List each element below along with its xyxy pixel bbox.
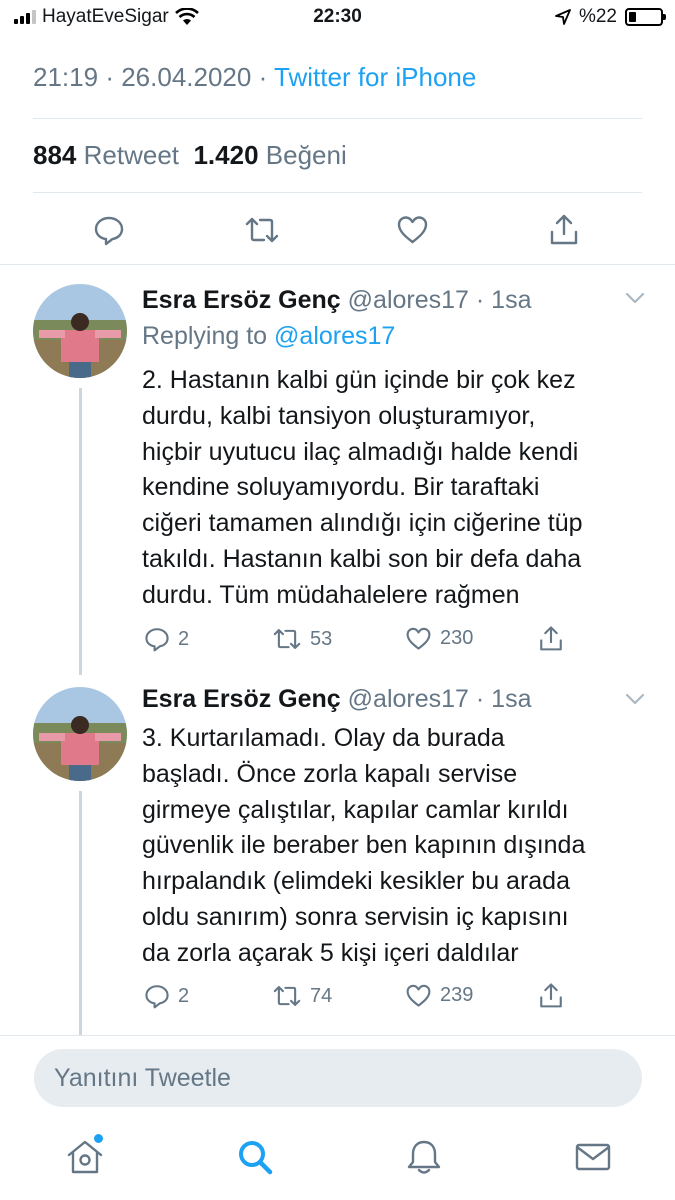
tab-home[interactable] [66,1134,104,1181]
meta-separator: · [105,62,114,92]
retweet-icon [273,629,301,649]
reply-button[interactable]: 2 [144,626,189,652]
tab-messages[interactable] [575,1138,611,1181]
divider [33,118,642,119]
share-button[interactable] [548,212,580,246]
like-count: 230 [440,627,474,649]
replying-mention[interactable]: @alores17 [274,322,395,350]
author-name[interactable]: Esra Ersöz Genç [142,286,341,314]
reply-button[interactable]: 2 [144,983,189,1009]
tweet-time: 21:19 [33,62,99,92]
tweet-meta: 21:19 · 26.04.2020 · Twitter for iPhone [33,62,476,93]
like-count: 239 [440,984,474,1006]
divider [33,192,642,193]
replying-label: Replying to [142,322,268,350]
like-count[interactable]: 1.420 [193,140,258,170]
battery-level [629,12,636,22]
tab-search[interactable] [236,1138,274,1181]
notification-dot [94,1134,103,1143]
retweet-count: 74 [310,984,333,1007]
compose-placeholder: Yanıtını Tweetle [54,1064,231,1092]
heart-icon [406,984,431,1007]
thread-line [79,388,82,675]
battery-icon [625,8,666,26]
reply-header: Esra Ersöz Genç @alores17 · 1sa [142,685,531,714]
tab-notifications[interactable] [406,1138,442,1181]
share-button[interactable] [538,981,564,1009]
divider [0,1035,675,1036]
retweet-label[interactable]: Retweet [84,140,179,170]
tweet-source[interactable]: Twitter for iPhone [274,62,476,92]
tweet-text: 3. Kurtarılamadı. Olay da burada başladı… [142,724,586,967]
avatar[interactable] [33,284,127,378]
tweet-date: 26.04.2020 [121,62,252,92]
author-name[interactable]: Esra Ersöz Genç [142,685,341,713]
status-bar: HayatEveSigar 22:30 %22 [0,0,675,34]
chevron-down-icon[interactable] [625,693,645,705]
retweet-icon [273,986,301,1006]
tab-bar [0,1120,675,1200]
reply-header: Esra Ersöz Genç @alores17 · 1sa [142,286,531,315]
share-icon [540,983,562,1008]
reply-count: 2 [178,627,190,650]
retweet-count: 53 [310,627,333,650]
reply-tweet[interactable]: Esra Ersöz Genç @alores17 · 1sa 3. Kurta… [0,675,675,1035]
reply-icon [94,216,124,246]
like-label[interactable]: Beğeni [266,140,347,170]
share-icon [540,626,562,651]
meta-separator: · [258,62,268,92]
reply-icon [145,628,169,652]
reply-icon [145,985,169,1009]
notifications-icon [407,1140,441,1174]
retweet-count[interactable]: 884 [33,140,76,170]
thread-line [79,791,82,1035]
avatar[interactable] [33,687,127,781]
replying-to: Replying to @alores17 [142,322,395,351]
retweet-button[interactable] [244,214,280,246]
location-arrow-icon [555,9,571,25]
author-handle[interactable]: @alores17 · 1sa [348,685,532,713]
search-icon [239,1141,273,1175]
like-button[interactable]: 239 [405,983,473,1008]
share-icon [550,214,578,245]
retweet-button[interactable]: 53 [272,626,332,652]
chevron-down-icon[interactable] [625,292,645,304]
author-handle[interactable]: @alores17 · 1sa [348,286,532,314]
like-button[interactable] [396,214,429,245]
reply-tweet[interactable]: Esra Ersöz Genç @alores17 · 1sa Replying… [0,264,675,675]
reply-count: 2 [178,984,190,1007]
share-button[interactable] [538,624,564,652]
retweet-icon [245,217,279,243]
reply-button[interactable] [93,214,125,246]
status-right: %22 [555,6,666,28]
retweet-button[interactable]: 74 [272,983,332,1009]
battery-percent: %22 [578,6,617,27]
messages-icon [575,1143,611,1171]
tweet-stats: 884 Retweet 1.420 Beğeni [33,140,347,171]
like-button[interactable]: 230 [405,626,473,651]
reply-compose-input[interactable]: Yanıtını Tweetle [34,1049,642,1107]
home-icon [67,1140,103,1174]
heart-icon [406,627,431,650]
tweet-text: 2. Hastanın kalbi gün içinde bir çok kez… [142,366,583,609]
heart-icon [397,216,428,244]
